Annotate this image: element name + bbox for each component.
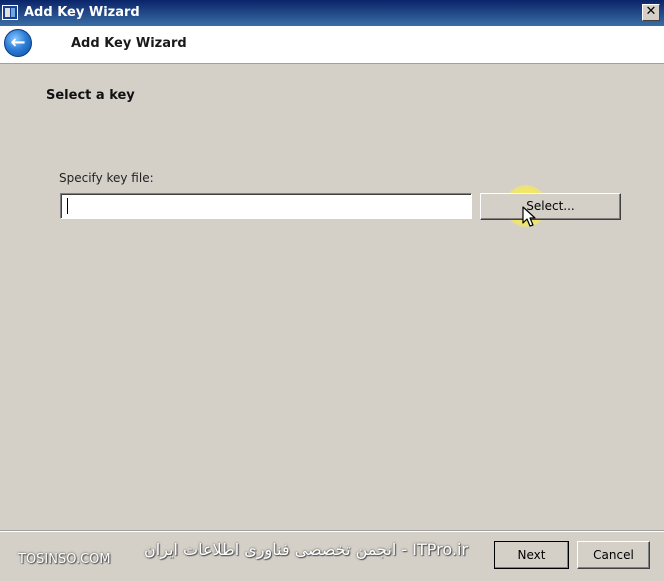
back-button[interactable]: ← (4, 29, 32, 57)
key-file-input[interactable] (60, 193, 472, 219)
section-title: Select a key (46, 88, 135, 103)
watermark-left: TOSINSO.COM (18, 552, 111, 567)
key-file-label: Specify key file: (59, 171, 154, 185)
wizard-header: ← Add Key Wizard (0, 26, 664, 64)
footer-divider (0, 530, 664, 532)
add-key-wizard-window: Add Key Wizard ✕ ← Add Key Wizard Select… (0, 0, 664, 581)
cancel-button[interactable]: Cancel (577, 541, 650, 569)
text-caret (67, 198, 68, 214)
wizard-title: Add Key Wizard (71, 36, 187, 51)
title-bar[interactable]: Add Key Wizard ✕ (0, 0, 664, 26)
watermark-center: انجمن تخصصی فناوری اطلاعات ایران - ITPro… (144, 540, 468, 559)
next-button[interactable]: Next (494, 541, 569, 569)
close-button[interactable]: ✕ (642, 4, 660, 21)
app-window-icon (2, 5, 18, 20)
select-button[interactable]: Select... (480, 193, 621, 220)
back-arrow-icon: ← (10, 32, 26, 53)
window-title: Add Key Wizard (24, 5, 140, 20)
